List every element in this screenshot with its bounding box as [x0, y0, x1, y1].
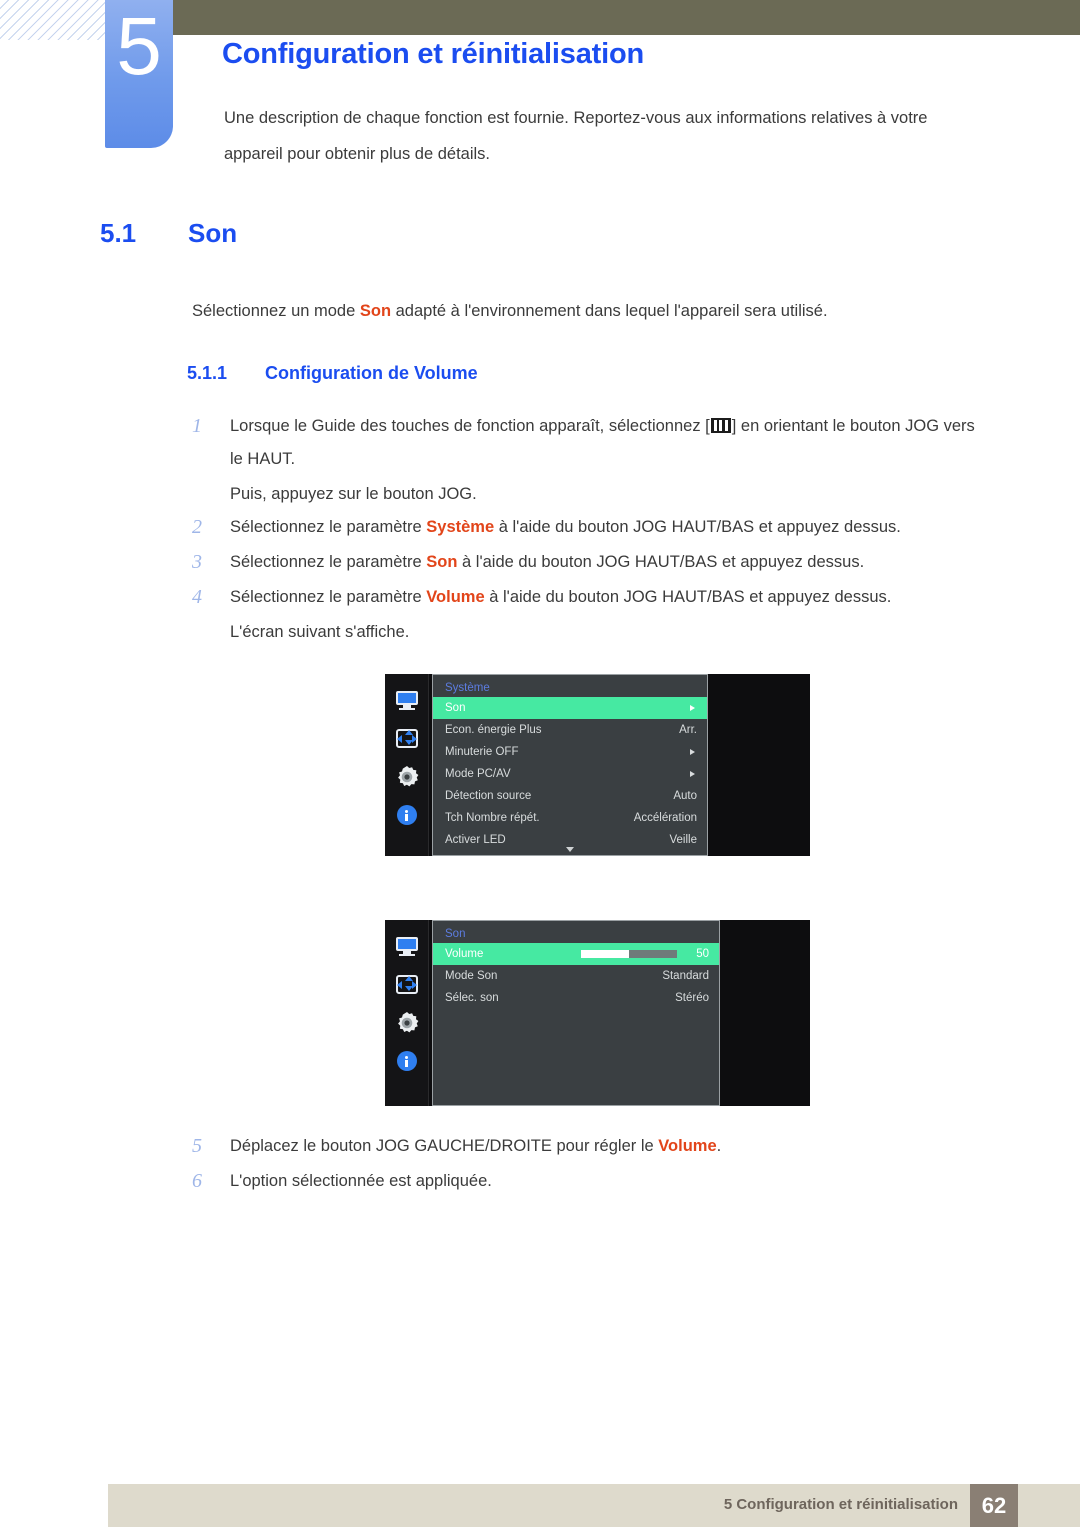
step-number: 5: [192, 1135, 202, 1157]
chapter-intro-text: Une description de chaque fonction est f…: [224, 109, 928, 163]
decorative-hatch-pattern: [0, 0, 108, 40]
step-highlight: Volume: [426, 588, 485, 606]
subsection-heading: 5.1.1 Configuration de Volume: [187, 363, 478, 384]
osd-item-value: Stéréo: [675, 992, 709, 1004]
steps-list-bottom: 5 Déplacez le bouton JOG GAUCHE/DROITE po…: [192, 1130, 992, 1200]
step-highlight: Son: [426, 553, 458, 571]
list-item: 6 L'option sélectionnée est appliquée.: [192, 1165, 992, 1198]
osd-item-value: Veille: [669, 834, 698, 846]
chevron-right-icon: [690, 749, 695, 755]
step-text-part1: Déplacez le bouton JOG GAUCHE/DROITE pou…: [230, 1137, 659, 1155]
intro-text-after: adapté à l'environnement dans lequel l'a…: [391, 302, 828, 320]
osd-item-label: Econ. énergie Plus: [445, 724, 542, 736]
osd-item-value: Standard: [662, 970, 709, 982]
subsection-title: Configuration de Volume: [265, 363, 478, 383]
osd-item-value: 50: [696, 948, 709, 960]
intro-highlight-son: Son: [359, 302, 392, 320]
step-text-part2: .: [716, 1137, 722, 1155]
step-text-part2: à l'aide du bouton JOG HAUT/BAS et appuy…: [457, 553, 865, 571]
steps-list-top: 1 Lorsque le Guide des touches de fonctio…: [192, 410, 992, 649]
step-number: 4: [192, 586, 202, 608]
step-number: 3: [192, 551, 202, 573]
osd-menu-item-selec-son[interactable]: Sélec. son Stéréo: [433, 987, 719, 1009]
osd-screenshot-son: Son Volume 50 Mode Son Standard Sélec. s…: [385, 920, 810, 1106]
osd-item-label: Activer LED: [445, 834, 506, 846]
osd-item-label: Mode Son: [445, 970, 498, 982]
step-number: 6: [192, 1170, 202, 1192]
step-text-part2: à l'aide du bouton JOG HAUT/BAS et appuy…: [494, 518, 901, 536]
volume-slider-fill: [581, 950, 629, 958]
position-icon: [394, 726, 420, 752]
chapter-number-badge: 5: [105, 0, 173, 148]
list-item: 1 Lorsque le Guide des touches de fonctio…: [192, 410, 992, 476]
step-text-part1: Sélectionnez le paramètre: [230, 518, 427, 536]
chevron-down-icon[interactable]: [566, 847, 574, 852]
step-text-part1: Sélectionnez le paramètre: [230, 588, 427, 606]
osd-menu-item-mode-son[interactable]: Mode Son Standard: [433, 965, 719, 987]
osd-item-label: Son: [445, 702, 466, 714]
osd-item-label: Détection source: [445, 790, 532, 802]
list-item: 5 Déplacez le bouton JOG GAUCHE/DROITE po…: [192, 1130, 992, 1163]
step-text-part1: Sélectionnez le paramètre: [230, 553, 427, 571]
osd-menu-item-tch-nombre-repet[interactable]: Tch Nombre répét. Accélération: [433, 807, 707, 829]
osd-item-label: Tch Nombre répét.: [445, 812, 540, 824]
osd-item-label: Sélec. son: [445, 992, 499, 1004]
section-number: 5.1: [100, 218, 137, 248]
subsection-number: 5.1.1: [187, 363, 228, 383]
osd-menu-item-econ-energie-plus[interactable]: Econ. énergie Plus Arr.: [433, 719, 707, 741]
osd-menu-item-detection-source[interactable]: Détection source Auto: [433, 785, 707, 807]
monitor-icon: [394, 688, 420, 714]
osd-menu-title: Système: [445, 682, 490, 694]
volume-slider[interactable]: [581, 950, 677, 958]
section-heading: 5.1 Son: [100, 218, 237, 249]
step-subtext: L'écran suivant s'affiche.: [230, 623, 410, 641]
step-number: 1: [192, 415, 202, 437]
page-title: Configuration et réinitialisation: [222, 38, 644, 70]
intro-text-before: Sélectionnez un mode: [192, 302, 360, 320]
section-intro-paragraph: Sélectionnez un mode Son adapté à l'envi…: [192, 298, 828, 324]
page-number: 62: [970, 1484, 1018, 1527]
osd-item-label: Volume: [445, 948, 484, 960]
list-item: 2 Sélectionnez le paramètre Système à l'a…: [192, 511, 992, 544]
info-icon: [394, 1048, 420, 1074]
osd-menu-panel: Système Son Econ. énergie Plus Arr. Minu…: [432, 674, 708, 856]
osd-item-label: Minuterie OFF: [445, 746, 519, 758]
step-highlight: Volume: [658, 1137, 717, 1155]
gear-icon: [394, 1010, 420, 1036]
osd-menu-title: Son: [445, 928, 466, 940]
list-item: 4 Sélectionnez le paramètre Volume à l'ai…: [192, 581, 992, 614]
step-text-part1: Lorsque le Guide des touches de fonction…: [230, 417, 710, 435]
step-highlight: Système: [426, 518, 495, 536]
osd-sidebar-icons: [385, 674, 429, 856]
gear-icon: [394, 764, 420, 790]
position-icon: [394, 972, 420, 998]
step-text-part1: L'option sélectionnée est appliquée.: [230, 1172, 492, 1190]
osd-sidebar-icons: [385, 920, 429, 1106]
osd-menu-icon: [710, 418, 731, 433]
monitor-icon: [394, 934, 420, 960]
osd-item-value: Accélération: [633, 812, 697, 824]
osd-item-value: Auto: [673, 790, 697, 802]
osd-menu-item-minuterie-off[interactable]: Minuterie OFF: [433, 741, 707, 763]
chevron-right-icon: [690, 771, 695, 777]
step-subtext: Puis, appuyez sur le bouton JOG.: [230, 485, 477, 503]
osd-menu-panel: Son Volume 50 Mode Son Standard Sélec. s…: [432, 920, 720, 1106]
header-olive-bar: [170, 0, 1080, 35]
osd-item-value: Arr.: [679, 724, 697, 736]
osd-item-label: Mode PC/AV: [445, 768, 511, 780]
osd-menu-item-son[interactable]: Son: [433, 697, 707, 719]
chapter-number: 5: [116, 1, 162, 92]
osd-menu-item-mode-pc-av[interactable]: Mode PC/AV: [433, 763, 707, 785]
step-text-part2: à l'aide du bouton JOG HAUT/BAS et appuy…: [484, 588, 892, 606]
list-item: 3 Sélectionnez le paramètre Son à l'aide …: [192, 546, 992, 579]
chevron-right-icon: [690, 705, 695, 711]
osd-menu-item-volume[interactable]: Volume 50: [433, 943, 719, 965]
footer-chapter-label: 5 Configuration et réinitialisation: [723, 1496, 958, 1513]
info-icon: [394, 802, 420, 828]
section-title: Son: [188, 218, 238, 248]
osd-screenshot-systeme: Système Son Econ. énergie Plus Arr. Minu…: [385, 674, 810, 856]
step-number: 2: [192, 516, 202, 538]
